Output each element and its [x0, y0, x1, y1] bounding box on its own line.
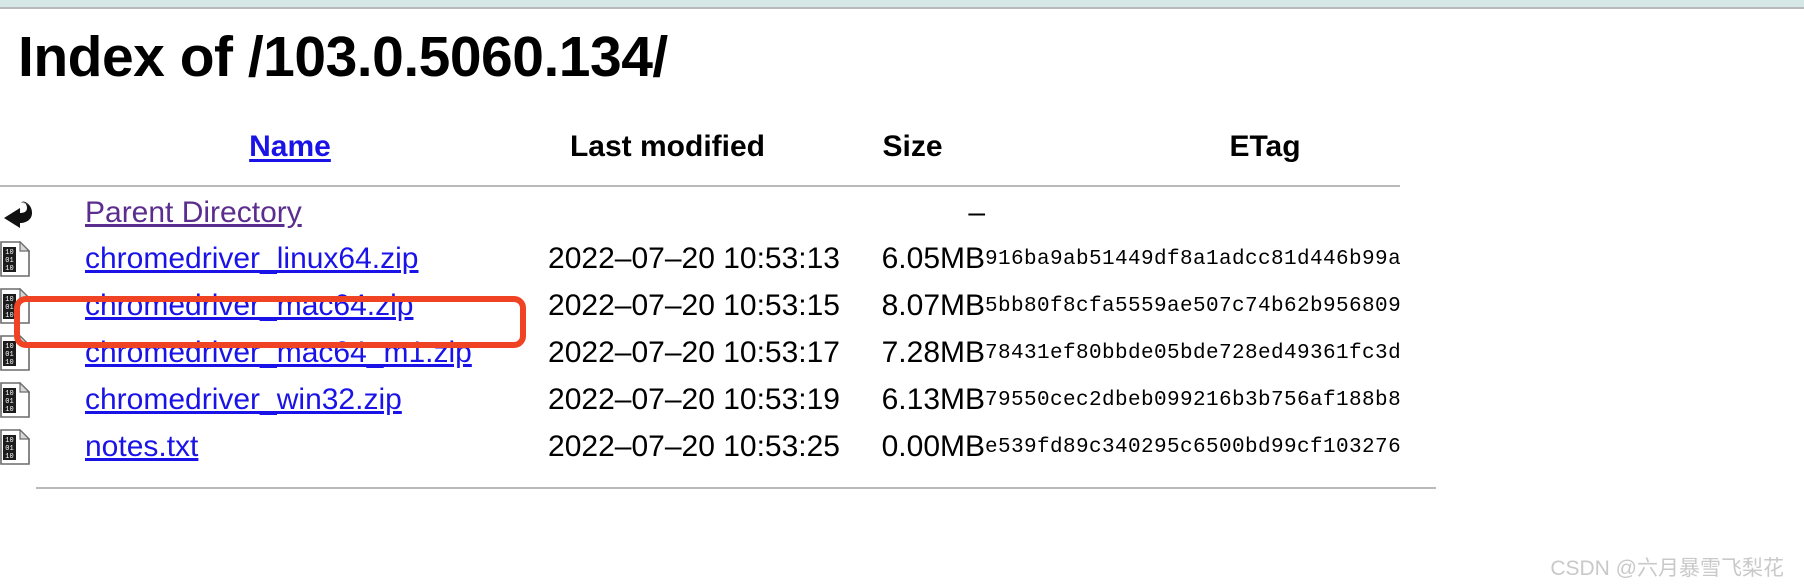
table-row[interactable]: Parent Directory –	[0, 190, 1545, 236]
row-last-modified-cell: 2022–07–20 10:53:25	[548, 430, 840, 464]
link-parent-directory[interactable]: Parent Directory	[85, 196, 302, 229]
svg-text:10: 10	[5, 343, 13, 351]
row-name-cell[interactable]: chromedriver_mac64.zip	[85, 283, 495, 330]
row-name-cell[interactable]: chromedriver_win32.zip	[85, 377, 495, 424]
link-chromedriver-mac64-zip[interactable]: chromedriver_mac64.zip	[85, 289, 413, 322]
table-row[interactable]: 10 01 10 chromedriver_mac64_m1.zip 2022–…	[0, 330, 1545, 377]
svg-text:10: 10	[5, 406, 13, 414]
browser-top-band	[0, 0, 1804, 9]
link-chromedriver-mac64-m1-zip[interactable]: chromedriver_mac64_m1.zip	[85, 336, 472, 369]
row-last-modified-cell: 2022–07–20 10:53:19	[548, 383, 840, 417]
table-row[interactable]: 10 01 10 chromedriver_mac64.zip 2022–07–…	[0, 283, 1545, 330]
svg-text:10: 10	[5, 437, 13, 445]
row-etag-cell: 916ba9ab51449df8a1adcc81d446b99a	[985, 247, 1402, 271]
table-row[interactable]: 10 01 10 notes.txt 2022–07–20 10:53:25 0…	[0, 424, 1545, 471]
link-chromedriver-win32-zip[interactable]: chromedriver_win32.zip	[85, 383, 402, 416]
row-name-cell[interactable]: chromedriver_linux64.zip	[85, 236, 495, 283]
csdn-watermark: CSDN @六月暴雪飞梨花	[1550, 557, 1784, 580]
row-size-cell: 6.13MB	[881, 383, 985, 417]
row-icon-cell	[0, 190, 85, 236]
svg-text:01: 01	[5, 257, 13, 265]
row-name-cell[interactable]: notes.txt	[85, 424, 495, 471]
binary-file-icon: 10 01 10	[0, 334, 31, 372]
page-title: Index of /103.0.5060.134/	[18, 25, 668, 89]
svg-text:10: 10	[5, 265, 13, 273]
binary-file-icon: 10 01 10	[0, 428, 31, 466]
svg-text:10: 10	[5, 312, 13, 320]
row-size-cell: 6.05MB	[881, 242, 985, 276]
row-last-modified-cell: 2022–07–20 10:53:17	[548, 336, 840, 370]
row-etag-cell: 5bb80f8cfa5559ae507c74b62b956809	[985, 294, 1402, 318]
column-header-last-modified: Last modified	[569, 129, 765, 163]
row-etag-cell	[985, 190, 1545, 236]
column-header-name: Name	[85, 130, 495, 182]
link-notes-txt[interactable]: notes.txt	[85, 430, 198, 463]
header-divider-row	[0, 182, 1545, 190]
row-size-cell: –	[968, 195, 985, 229]
row-size-cell: 8.07MB	[881, 289, 985, 323]
row-last-modified-cell: 2022–07–20 10:53:13	[548, 242, 840, 276]
row-icon-cell: 10 01 10	[0, 424, 85, 471]
table-row[interactable]: 10 01 10 chromedriver_win32.zip 2022–07–…	[0, 377, 1545, 424]
header-divider	[0, 184, 1400, 187]
row-icon-cell: 10 01 10	[0, 236, 85, 283]
row-name-cell[interactable]: chromedriver_mac64_m1.zip	[85, 330, 495, 377]
svg-text:10: 10	[5, 296, 13, 304]
binary-file-icon: 10 01 10	[0, 287, 31, 325]
row-icon-cell: 10 01 10	[0, 377, 85, 424]
svg-text:10: 10	[5, 249, 13, 257]
directory-index-page: Index of /103.0.5060.134/ Name Last modi…	[0, 11, 1804, 489]
row-etag-cell: 79550cec2dbeb099216b3b756af188b8	[985, 388, 1402, 412]
svg-text:10: 10	[5, 359, 13, 367]
column-header-icon	[0, 130, 85, 182]
row-name-cell[interactable]: Parent Directory	[85, 190, 495, 236]
column-header-etag: ETag	[1229, 129, 1301, 163]
row-last-modified-cell: 2022–07–20 10:53:15	[548, 289, 840, 323]
row-etag-cell: 78431ef80bbde05bde728ed49361fc3d	[985, 341, 1402, 365]
binary-file-icon: 10 01 10	[0, 240, 31, 278]
listing-body: Parent Directory – 10 01 10 chromedriver…	[0, 190, 1545, 471]
table-row[interactable]: 10 01 10 chromedriver_linux64.zip 2022–0…	[0, 236, 1545, 283]
svg-text:01: 01	[5, 445, 13, 453]
row-icon-cell: 10 01 10	[0, 330, 85, 377]
row-icon-cell: 10 01 10	[0, 283, 85, 330]
svg-text:01: 01	[5, 304, 13, 312]
row-etag-cell: e539fd89c340295c6500bd99cf103276	[985, 435, 1402, 459]
svg-text:10: 10	[5, 453, 13, 461]
footer-divider	[36, 486, 1436, 489]
row-size-cell: 0.00MB	[881, 430, 985, 464]
table-header-row: Name Last modified Size ETag	[0, 130, 1545, 182]
header-divider-cell	[0, 182, 1545, 190]
link-chromedriver-linux64-zip[interactable]: chromedriver_linux64.zip	[85, 242, 419, 275]
back-arrow-icon	[0, 199, 34, 229]
svg-text:01: 01	[5, 398, 13, 406]
column-header-size: Size	[882, 129, 943, 163]
svg-text:01: 01	[5, 351, 13, 359]
directory-listing-table: Name Last modified Size ETag Parent Dire…	[0, 130, 1545, 471]
binary-file-icon: 10 01 10	[0, 381, 31, 419]
row-last-modified-cell	[495, 190, 840, 236]
sort-by-name-link[interactable]: Name	[249, 130, 331, 163]
svg-text:10: 10	[5, 390, 13, 398]
row-size-cell: 7.28MB	[881, 336, 985, 370]
